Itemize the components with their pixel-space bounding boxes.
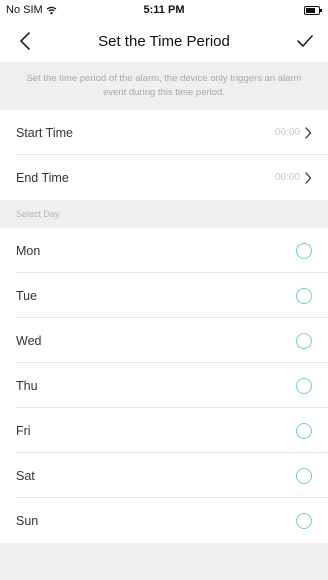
day-radio-fri[interactable] (296, 422, 312, 439)
day-label-fri: Fri (16, 423, 31, 438)
day-row-mon[interactable]: Mon (0, 228, 328, 273)
navigation-bar: Set the Time Period (0, 20, 328, 62)
day-label-sun: Sun (16, 513, 39, 528)
day-row-tue[interactable]: Tue (0, 273, 328, 318)
select-day-label: Select Day (16, 209, 60, 219)
day-radio-sat[interactable] (296, 467, 312, 484)
end-time-label: End Time (16, 170, 69, 185)
status-time: 5:11 PM (143, 4, 185, 16)
end-time-value: 00:00 (274, 172, 300, 183)
description-text: Set the time period of the alarm, the de… (26, 73, 302, 98)
day-row-fri[interactable]: Fri (0, 408, 328, 453)
day-label-mon: Mon (16, 243, 41, 258)
start-time-value-group: 00:00 (274, 126, 312, 139)
day-radio-mon[interactable] (296, 242, 312, 259)
page-title: Set the Time Period (98, 32, 230, 50)
day-radio-tue[interactable] (296, 287, 312, 304)
day-radio-wed[interactable] (296, 332, 312, 349)
day-label-sat: Sat (16, 468, 35, 483)
battery-fill (306, 8, 315, 13)
chevron-right-icon (305, 171, 312, 184)
status-bar: No SIM 5:11 PM (0, 0, 328, 20)
day-radio-thu[interactable] (296, 377, 312, 394)
day-label-thu: Thu (16, 378, 38, 393)
chevron-left-icon[interactable] (16, 30, 36, 52)
start-time-label: Start Time (16, 125, 73, 140)
day-radio-sun[interactable] (296, 512, 312, 529)
day-row-wed[interactable]: Wed (0, 318, 328, 363)
start-time-row[interactable]: Start Time 00:00 (0, 110, 328, 155)
end-time-value-group: 00:00 (274, 171, 312, 184)
end-time-row[interactable]: End Time 00:00 (0, 155, 328, 200)
battery-icon (304, 6, 322, 15)
day-row-sun[interactable]: Sun (0, 498, 328, 543)
day-label-wed: Wed (16, 333, 42, 348)
day-row-sat[interactable]: Sat (0, 453, 328, 498)
checkmark-icon[interactable] (294, 31, 316, 51)
day-label-tue: Tue (16, 288, 38, 303)
chevron-right-icon (305, 126, 312, 139)
day-row-thu[interactable]: Thu (0, 363, 328, 408)
start-time-value: 00:00 (274, 127, 300, 138)
